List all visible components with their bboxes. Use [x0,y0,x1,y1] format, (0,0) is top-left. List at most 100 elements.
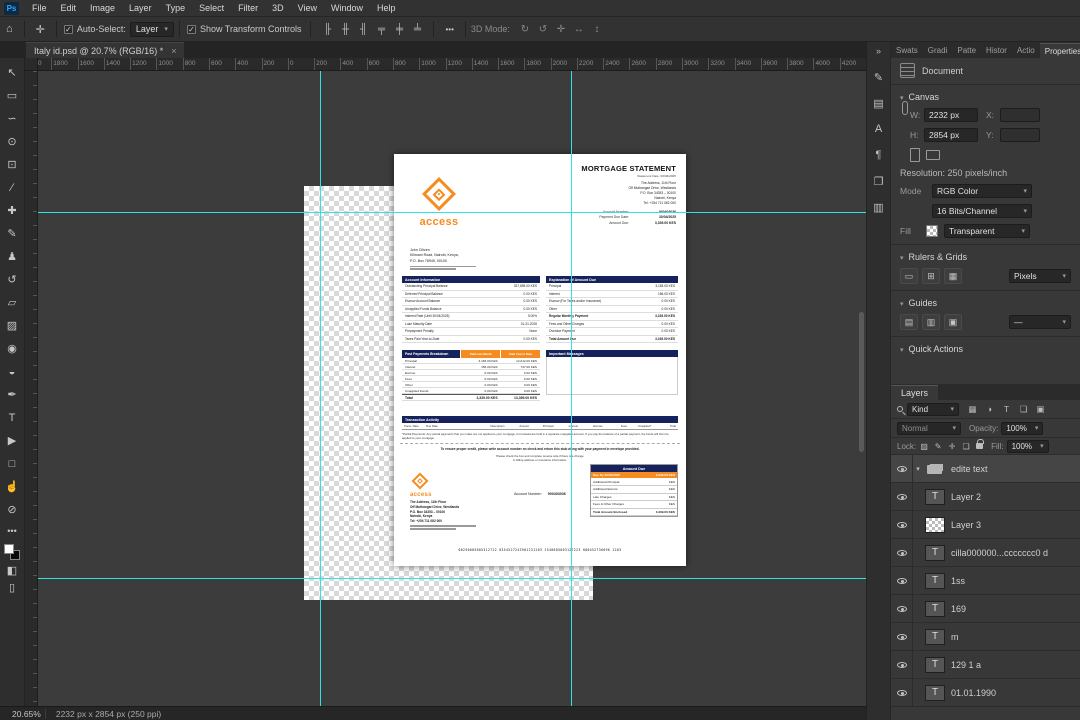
panel-tab[interactable]: Gradi [923,43,953,58]
fill-swatch[interactable] [926,225,938,237]
3d-slide-icon[interactable]: ↔ [571,22,587,37]
dodge-tool-icon[interactable]: ◒ [2,361,23,382]
guides-section-header[interactable]: Guides [900,298,1071,308]
layer-thumbnail[interactable] [925,600,945,617]
layer-thumbnail[interactable] [925,684,945,701]
brush-tool-icon[interactable]: ✎ [2,223,23,244]
new-guide-icon[interactable]: ▤ [900,314,918,330]
horizontal-ruler[interactable]: 2000180016001400120010008006004002000200… [25,58,866,71]
3d-drag-icon[interactable]: ✛ [553,22,569,37]
align-top-edges-icon[interactable]: ╤ [373,22,389,37]
visibility-toggle[interactable] [891,567,913,594]
align-bottom-edges-icon[interactable]: ╧ [409,22,425,37]
bit-depth-dropdown[interactable]: 16 Bits/Channel [932,204,1032,218]
libraries-panel-icon[interactable]: ▥ [870,198,888,216]
vertical-guide[interactable] [320,71,321,706]
collapse-panels-icon[interactable]: » [867,42,890,64]
menu-item[interactable]: Layer [122,0,159,16]
align-h-centers-icon[interactable]: ╫ [337,22,353,37]
menu-item[interactable]: Edit [54,0,84,16]
blur-tool-icon[interactable]: ◉ [2,338,23,359]
horizontal-guide[interactable] [38,212,866,213]
canvas-section-header[interactable]: Canvas [900,92,1071,102]
visibility-toggle[interactable] [891,511,913,538]
layer-name[interactable]: m [951,632,959,642]
link-dimensions-icon[interactable] [902,101,908,115]
menu-item[interactable]: Filter [231,0,265,16]
3d-roll-icon[interactable]: ↺ [535,22,551,37]
zoom-tool-icon[interactable]: ⊘ [2,499,23,520]
menu-item[interactable]: Image [83,0,122,16]
x-field[interactable] [1000,108,1040,122]
quick-selection-tool-icon[interactable]: ⊙ [2,131,23,152]
layer-row[interactable]: ▾ edite text [891,455,1080,483]
auto-select-target-dropdown[interactable]: Layer [129,21,174,37]
fill-dropdown[interactable]: 100% [1006,439,1049,453]
filter-shape-layers-icon[interactable]: ❏ [1016,402,1031,416]
units-dropdown[interactable]: Pixels [1009,269,1071,283]
layer-thumbnail[interactable] [925,544,945,561]
menu-item[interactable]: Help [370,0,403,16]
layer-thumbnail[interactable] [925,516,945,533]
menu-item[interactable]: File [25,0,54,16]
layer-row[interactable]: ▾ Layer 2 [891,483,1080,511]
brushes-panel-icon[interactable]: ✎ [870,68,888,86]
layer-name[interactable]: 01.01.1990 [951,688,996,698]
panel-tab[interactable]: Actio [1012,43,1040,58]
hand-tool-icon[interactable]: ☝ [2,476,23,497]
lock-pixels-icon[interactable]: ✎ [932,440,944,452]
layer-name[interactable]: Layer 2 [951,492,981,502]
menu-item[interactable]: 3D [265,0,291,16]
paragraph-panel-icon[interactable]: ¶ [870,146,888,164]
pen-tool-icon[interactable]: ✒ [2,384,23,405]
foreground-color-swatch[interactable] [4,544,14,554]
filter-smart-objects-icon[interactable]: ▣ [1033,402,1048,416]
panel-tab[interactable]: Swats [891,43,923,58]
scrollbar-thumb[interactable] [859,312,864,452]
character-panel-icon[interactable]: A [870,120,888,138]
filter-adjustment-layers-icon[interactable]: ◑ [982,402,997,416]
3d-scale-icon[interactable]: ↕ [589,22,605,37]
color-swatches[interactable] [4,544,20,560]
rectangular-marquee-tool-icon[interactable]: ▭ [2,85,23,106]
layer-name[interactable]: 129 1 a [951,660,981,670]
layer-row[interactable]: ▾ Layer 3 [891,511,1080,539]
layer-thumbnail[interactable] [925,461,945,477]
group-chevron-icon[interactable]: ▾ [913,465,923,473]
layer-name[interactable]: cilla000000...ccccccc0 d [951,548,1048,558]
visibility-toggle[interactable] [891,679,913,706]
home-icon[interactable]: ⌂ [0,23,19,35]
screen-mode-icon[interactable]: ▯ [9,581,15,594]
guides-dropdown[interactable]: — [1009,315,1071,329]
panel-tab[interactable]: Patte [952,43,981,58]
layer-name[interactable]: edite text [951,464,988,474]
lock-guides-icon[interactable]: ▣ [944,314,962,330]
layer-row[interactable]: ▾ 169 [891,595,1080,623]
layer-row[interactable]: ▾ cilla000000...ccccccc0 d [891,539,1080,567]
align-right-edges-icon[interactable]: ╢ [355,22,371,37]
height-field[interactable]: 2854 px [924,128,978,142]
brush-settings-panel-icon[interactable]: ▤ [870,94,888,112]
show-transform-controls-checkbox[interactable]: ✓ [186,24,196,34]
panel-tab[interactable]: Histor [981,43,1012,58]
layer-name[interactable]: 1ss [951,576,965,586]
layer-row[interactable]: ▾ 1ss [891,567,1080,595]
menu-item[interactable]: Type [159,0,193,16]
vertical-guide[interactable] [571,71,572,706]
vertical-ruler[interactable] [25,71,38,706]
healing-brush-tool-icon[interactable]: ✚ [2,200,23,221]
close-tab-icon[interactable]: × [171,46,176,56]
shape-tool-icon[interactable]: □ [2,453,23,474]
filter-type-layers-icon[interactable]: T [999,402,1014,416]
layer-thumbnail[interactable] [925,656,945,673]
crop-tool-icon[interactable]: ⊡ [2,154,23,175]
move-tool-preset-icon[interactable]: ✛ [30,23,51,36]
filter-pixel-layers-icon[interactable]: ▦ [965,402,980,416]
layer-thumbnail[interactable] [925,628,945,645]
visibility-toggle[interactable] [891,483,913,510]
document-tab[interactable]: Italy id.psd @ 20.7% (RGB/16) * × [26,42,185,58]
layer-name[interactable]: Layer 3 [951,520,981,530]
gradient-tool-icon[interactable]: ▨ [2,315,23,336]
eraser-tool-icon[interactable]: ▱ [2,292,23,313]
visibility-toggle[interactable] [891,539,913,566]
